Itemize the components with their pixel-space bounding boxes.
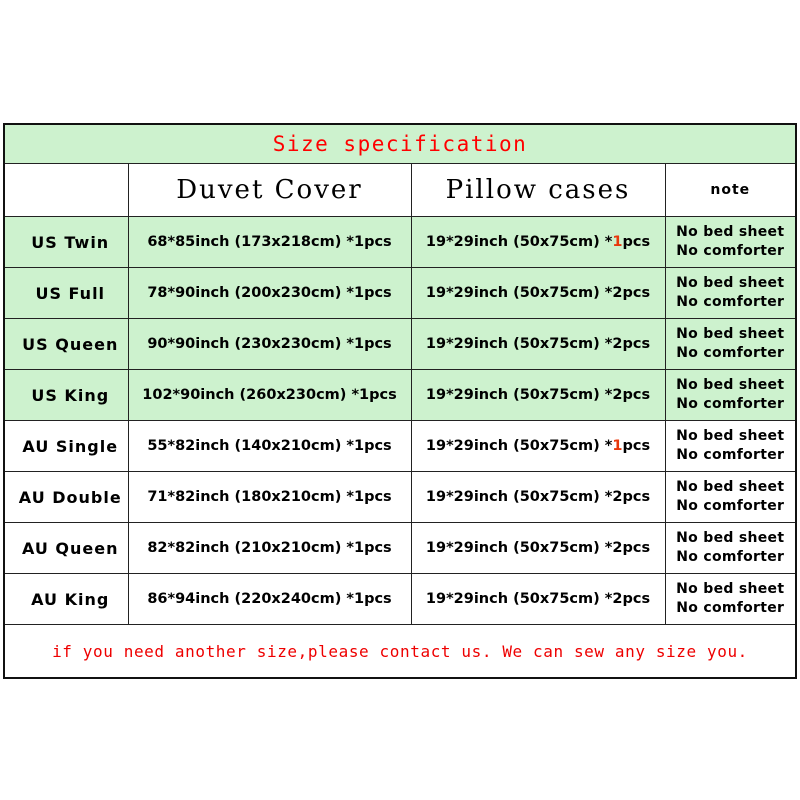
table-row: US King 102*90inch (260x230cm) *1pcs 19*29…	[3, 369, 797, 421]
cell-duvet-cover: 68*85inch (173x218cm) *1pcs	[127, 216, 412, 268]
table-row: AU Single 55*82inch (140x210cm) *1pcs 19*2…	[3, 420, 797, 472]
pillow-size-text: 19*29inch (50x75cm) *	[425, 591, 613, 607]
table-row: US Queen 90*90inch (230x230cm) *1pcs 19*29…	[3, 318, 797, 370]
note-line-2: No comforter	[676, 243, 785, 259]
note-line-2: No comforter	[676, 294, 785, 310]
pillow-size-text: 19*29inch (50x75cm) *	[425, 489, 613, 505]
pillow-quantity: 2	[612, 591, 623, 607]
cell-duvet-cover: 78*90inch (200x230cm) *1pcs	[127, 267, 412, 319]
pillow-size-text: 19*29inch (50x75cm) *	[425, 438, 613, 454]
note-line-1: No bed sheet	[676, 326, 785, 343]
pillow-quantity: 2	[612, 336, 623, 352]
table-row: AU Queen 82*82inch (210x210cm) *1pcs 19*29…	[3, 522, 797, 574]
pillow-quantity: 2	[612, 540, 623, 556]
note-line-2: No comforter	[676, 447, 785, 463]
cell-size-name: US Twin	[3, 216, 129, 268]
size-specification-table: Size specification Duvet Cover Pillow ca…	[3, 123, 798, 679]
cell-duvet-cover: 102*90inch (260x230cm) *1pcs	[127, 369, 412, 421]
cell-size-name: AU Queen	[3, 522, 129, 574]
pillow-quantity-unit: pcs	[622, 438, 651, 454]
pillow-quantity: 1	[612, 234, 623, 250]
cell-note: No bed sheet No comforter	[664, 471, 797, 523]
pillow-quantity-unit: pcs	[622, 591, 651, 607]
header-cell-note: note	[664, 163, 797, 217]
cell-note: No bed sheet No comforter	[664, 573, 797, 625]
column-header-row: Duvet Cover Pillow cases note	[3, 163, 797, 217]
note-line-1: No bed sheet	[676, 377, 785, 394]
header-cell-pillow-cases: Pillow cases	[410, 163, 666, 217]
cell-note: No bed sheet No comforter	[664, 369, 797, 421]
cell-size-name: AU King	[3, 573, 129, 625]
pillow-quantity: 2	[612, 387, 623, 403]
page-title: Size specification	[3, 123, 797, 164]
pillow-size-text: 19*29inch (50x75cm) *	[425, 234, 613, 250]
cell-duvet-cover: 86*94inch (220x240cm) *1pcs	[127, 573, 412, 625]
cell-duvet-cover: 71*82inch (180x210cm) *1pcs	[127, 471, 412, 523]
footer-row: if you need another size,please contact …	[3, 624, 797, 679]
pillow-quantity-unit: pcs	[622, 285, 651, 301]
pillow-quantity: 1	[612, 438, 623, 454]
cell-pillow-cases: 19*29inch (50x75cm) *2pcs	[410, 573, 666, 625]
pillow-quantity: 2	[612, 285, 623, 301]
note-line-2: No comforter	[676, 396, 785, 412]
cell-note: No bed sheet No comforter	[664, 267, 797, 319]
cell-pillow-cases: 19*29inch (50x75cm) *2pcs	[410, 369, 666, 421]
table-row: AU Double 71*82inch (180x210cm) *1pcs 19*2…	[3, 471, 797, 523]
note-line-2: No comforter	[676, 498, 785, 514]
cell-note: No bed sheet No comforter	[664, 522, 797, 574]
title-row: Size specification	[3, 123, 797, 164]
pillow-quantity-unit: pcs	[622, 540, 651, 556]
cell-size-name: AU Double	[3, 471, 129, 523]
cell-pillow-cases: 19*29inch (50x75cm) *1pcs	[410, 216, 666, 268]
table-row: US Full 78*90inch (200x230cm) *1pcs 19*29i…	[3, 267, 797, 319]
size-chart-page: Size specification Duvet Cover Pillow ca…	[0, 0, 800, 800]
pillow-size-text: 19*29inch (50x75cm) *	[425, 387, 613, 403]
cell-duvet-cover: 55*82inch (140x210cm) *1pcs	[127, 420, 412, 472]
cell-size-name: US King	[3, 369, 129, 421]
cell-duvet-cover: 82*82inch (210x210cm) *1pcs	[127, 522, 412, 574]
note-line-1: No bed sheet	[676, 275, 785, 292]
pillow-quantity: 2	[612, 489, 623, 505]
note-line-2: No comforter	[676, 345, 785, 361]
note-line-2: No comforter	[676, 600, 785, 616]
pillow-quantity-unit: pcs	[622, 234, 651, 250]
cell-size-name: US Full	[3, 267, 129, 319]
cell-pillow-cases: 19*29inch (50x75cm) *2pcs	[410, 522, 666, 574]
cell-duvet-cover: 90*90inch (230x230cm) *1pcs	[127, 318, 412, 370]
note-line-2: No comforter	[676, 549, 785, 565]
note-line-1: No bed sheet	[676, 581, 785, 598]
cell-note: No bed sheet No comforter	[664, 216, 797, 268]
note-line-1: No bed sheet	[676, 479, 785, 496]
pillow-quantity-unit: pcs	[622, 387, 651, 403]
cell-pillow-cases: 19*29inch (50x75cm) *2pcs	[410, 471, 666, 523]
footer-note: if you need another size,please contact …	[3, 624, 797, 679]
header-cell-size	[3, 163, 129, 217]
cell-note: No bed sheet No comforter	[664, 318, 797, 370]
cell-note: No bed sheet No comforter	[664, 420, 797, 472]
cell-pillow-cases: 19*29inch (50x75cm) *1pcs	[410, 420, 666, 472]
pillow-quantity-unit: pcs	[622, 489, 651, 505]
pillow-quantity-unit: pcs	[622, 336, 651, 352]
pillow-size-text: 19*29inch (50x75cm) *	[425, 285, 613, 301]
pillow-size-text: 19*29inch (50x75cm) *	[425, 540, 613, 556]
table-row: AU King 86*94inch (220x240cm) *1pcs 19*29i…	[3, 573, 797, 625]
table-body: Size specification Duvet Cover Pillow ca…	[3, 123, 797, 679]
note-line-1: No bed sheet	[676, 224, 785, 241]
table-row: US Twin 68*85inch (173x218cm) *1pcs 19*29i…	[3, 216, 797, 268]
cell-pillow-cases: 19*29inch (50x75cm) *2pcs	[410, 267, 666, 319]
header-cell-duvet-cover: Duvet Cover	[127, 163, 412, 217]
cell-size-name: AU Single	[3, 420, 129, 472]
cell-size-name: US Queen	[3, 318, 129, 370]
note-line-1: No bed sheet	[676, 530, 785, 547]
cell-pillow-cases: 19*29inch (50x75cm) *2pcs	[410, 318, 666, 370]
pillow-size-text: 19*29inch (50x75cm) *	[425, 336, 613, 352]
note-line-1: No bed sheet	[676, 428, 785, 445]
